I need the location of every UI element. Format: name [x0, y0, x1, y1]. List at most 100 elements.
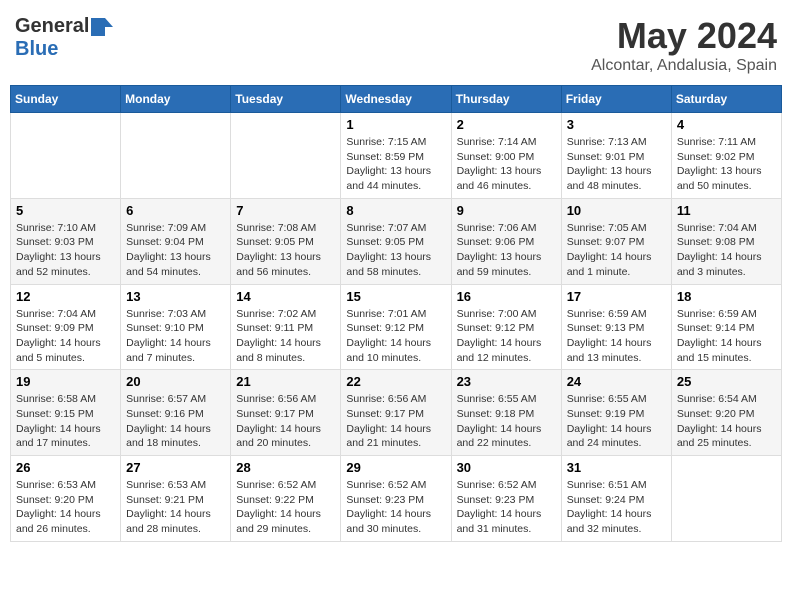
- day-number: 20: [126, 374, 225, 389]
- day-number: 11: [677, 203, 776, 218]
- day-number: 24: [567, 374, 666, 389]
- cell-content: Sunrise: 6:58 AMSunset: 9:15 PMDaylight:…: [16, 392, 115, 451]
- cell-content: Sunrise: 7:04 AMSunset: 9:08 PMDaylight:…: [677, 221, 776, 280]
- header-tuesday: Tuesday: [231, 86, 341, 113]
- day-number: 14: [236, 289, 335, 304]
- calendar-cell: 22 Sunrise: 6:56 AMSunset: 9:17 PMDayligh…: [341, 370, 451, 456]
- calendar-cell: 18 Sunrise: 6:59 AMSunset: 9:14 PMDayligh…: [671, 284, 781, 370]
- month-title: May 2024: [591, 15, 777, 57]
- day-number: 2: [457, 117, 556, 132]
- calendar-table: SundayMondayTuesdayWednesdayThursdayFrid…: [10, 85, 782, 542]
- calendar-cell: 30 Sunrise: 6:52 AMSunset: 9:23 PMDayligh…: [451, 456, 561, 542]
- calendar-header-row: SundayMondayTuesdayWednesdayThursdayFrid…: [11, 86, 782, 113]
- day-number: 3: [567, 117, 666, 132]
- cell-content: Sunrise: 7:06 AMSunset: 9:06 PMDaylight:…: [457, 221, 556, 280]
- day-number: 6: [126, 203, 225, 218]
- cell-content: Sunrise: 7:07 AMSunset: 9:05 PMDaylight:…: [346, 221, 445, 280]
- cell-content: Sunrise: 6:55 AMSunset: 9:19 PMDaylight:…: [567, 392, 666, 451]
- calendar-cell: 26Sunrise: 6:53 AMSunset: 9:20 PMDayligh…: [11, 456, 121, 542]
- calendar-cell: 7 Sunrise: 7:08 AMSunset: 9:05 PMDaylight…: [231, 198, 341, 284]
- calendar-week-4: 19 Sunrise: 6:58 AMSunset: 9:15 PMDayligh…: [11, 370, 782, 456]
- calendar-cell: 25 Sunrise: 6:54 AMSunset: 9:20 PMDayligh…: [671, 370, 781, 456]
- day-number: 9: [457, 203, 556, 218]
- calendar-cell: 17 Sunrise: 6:59 AMSunset: 9:13 PMDayligh…: [561, 284, 671, 370]
- cell-content: Sunrise: 6:52 AMSunset: 9:23 PMDaylight:…: [346, 478, 445, 537]
- calendar-cell: 12Sunrise: 7:04 AMSunset: 9:09 PMDayligh…: [11, 284, 121, 370]
- location-title: Alcontar, Andalusia, Spain: [591, 57, 777, 75]
- cell-content: Sunrise: 6:51 AMSunset: 9:24 PMDaylight:…: [567, 478, 666, 537]
- cell-content: Sunrise: 7:00 AMSunset: 9:12 PMDaylight:…: [457, 307, 556, 366]
- cell-content: Sunrise: 6:59 AMSunset: 9:14 PMDaylight:…: [677, 307, 776, 366]
- calendar-cell: 8Sunrise: 7:07 AMSunset: 9:05 PMDaylight…: [341, 198, 451, 284]
- calendar-week-1: 1Sunrise: 7:15 AMSunset: 8:59 PMDaylight…: [11, 113, 782, 199]
- day-number: 5: [16, 203, 115, 218]
- calendar-week-2: 5 Sunrise: 7:10 AMSunset: 9:03 PMDaylight…: [11, 198, 782, 284]
- calendar-cell: 31 Sunrise: 6:51 AMSunset: 9:24 PMDayligh…: [561, 456, 671, 542]
- header-thursday: Thursday: [451, 86, 561, 113]
- calendar-cell: 14 Sunrise: 7:02 AMSunset: 9:11 PMDayligh…: [231, 284, 341, 370]
- calendar-cell: 2Sunrise: 7:14 AMSunset: 9:00 PMDaylight…: [451, 113, 561, 199]
- cell-content: Sunrise: 7:01 AMSunset: 9:12 PMDaylight:…: [346, 307, 445, 366]
- cell-content: Sunrise: 6:56 AMSunset: 9:17 PMDaylight:…: [236, 392, 335, 451]
- cell-content: Sunrise: 6:52 AMSunset: 9:22 PMDaylight:…: [236, 478, 335, 537]
- day-number: 31: [567, 460, 666, 475]
- calendar-cell: 1Sunrise: 7:15 AMSunset: 8:59 PMDaylight…: [341, 113, 451, 199]
- day-number: 27: [126, 460, 225, 475]
- header-sunday: Sunday: [11, 86, 121, 113]
- cell-content: Sunrise: 7:09 AMSunset: 9:04 PMDaylight:…: [126, 221, 225, 280]
- calendar-cell: 15 Sunrise: 7:01 AMSunset: 9:12 PMDayligh…: [341, 284, 451, 370]
- day-number: 15: [346, 289, 445, 304]
- calendar-cell: 23 Sunrise: 6:55 AMSunset: 9:18 PMDayligh…: [451, 370, 561, 456]
- day-number: 23: [457, 374, 556, 389]
- calendar-cell: 20 Sunrise: 6:57 AMSunset: 9:16 PMDayligh…: [121, 370, 231, 456]
- cell-content: Sunrise: 7:02 AMSunset: 9:11 PMDaylight:…: [236, 307, 335, 366]
- cell-content: Sunrise: 6:57 AMSunset: 9:16 PMDaylight:…: [126, 392, 225, 451]
- page-header: General Blue May 2024 Alcontar, Andalusi…: [10, 10, 782, 75]
- logo-icon: [91, 18, 113, 36]
- day-number: 7: [236, 203, 335, 218]
- cell-content: Sunrise: 6:53 AMSunset: 9:20 PMDaylight:…: [16, 478, 115, 537]
- calendar-cell: 4 Sunrise: 7:11 AMSunset: 9:02 PMDaylight…: [671, 113, 781, 199]
- calendar-cell: 29Sunrise: 6:52 AMSunset: 9:23 PMDayligh…: [341, 456, 451, 542]
- cell-content: Sunrise: 7:08 AMSunset: 9:05 PMDaylight:…: [236, 221, 335, 280]
- calendar-cell: 6 Sunrise: 7:09 AMSunset: 9:04 PMDaylight…: [121, 198, 231, 284]
- day-number: 4: [677, 117, 776, 132]
- calendar-cell: 16 Sunrise: 7:00 AMSunset: 9:12 PMDayligh…: [451, 284, 561, 370]
- calendar-cell: 11 Sunrise: 7:04 AMSunset: 9:08 PMDayligh…: [671, 198, 781, 284]
- cell-content: Sunrise: 6:59 AMSunset: 9:13 PMDaylight:…: [567, 307, 666, 366]
- title-block: May 2024 Alcontar, Andalusia, Spain: [591, 15, 777, 75]
- calendar-cell: 10 Sunrise: 7:05 AMSunset: 9:07 PMDayligh…: [561, 198, 671, 284]
- cell-content: Sunrise: 7:04 AMSunset: 9:09 PMDaylight:…: [16, 307, 115, 366]
- calendar-cell: [11, 113, 121, 199]
- cell-content: Sunrise: 6:56 AMSunset: 9:17 PMDaylight:…: [346, 392, 445, 451]
- day-number: 1: [346, 117, 445, 132]
- day-number: 28: [236, 460, 335, 475]
- header-monday: Monday: [121, 86, 231, 113]
- day-number: 13: [126, 289, 225, 304]
- cell-content: Sunrise: 6:54 AMSunset: 9:20 PMDaylight:…: [677, 392, 776, 451]
- cell-content: Sunrise: 6:52 AMSunset: 9:23 PMDaylight:…: [457, 478, 556, 537]
- cell-content: Sunrise: 6:55 AMSunset: 9:18 PMDaylight:…: [457, 392, 556, 451]
- cell-content: Sunrise: 7:10 AMSunset: 9:03 PMDaylight:…: [16, 221, 115, 280]
- calendar-week-5: 26Sunrise: 6:53 AMSunset: 9:20 PMDayligh…: [11, 456, 782, 542]
- calendar-cell: 24 Sunrise: 6:55 AMSunset: 9:19 PMDayligh…: [561, 370, 671, 456]
- calendar-cell: 3Sunrise: 7:13 AMSunset: 9:01 PMDaylight…: [561, 113, 671, 199]
- day-number: 18: [677, 289, 776, 304]
- day-number: 25: [677, 374, 776, 389]
- day-number: 19: [16, 374, 115, 389]
- day-number: 17: [567, 289, 666, 304]
- cell-content: Sunrise: 7:03 AMSunset: 9:10 PMDaylight:…: [126, 307, 225, 366]
- day-number: 30: [457, 460, 556, 475]
- logo: General Blue: [15, 15, 113, 61]
- day-number: 16: [457, 289, 556, 304]
- day-number: 22: [346, 374, 445, 389]
- calendar-cell: [231, 113, 341, 199]
- logo-blue-text: Blue: [15, 38, 58, 60]
- calendar-week-3: 12Sunrise: 7:04 AMSunset: 9:09 PMDayligh…: [11, 284, 782, 370]
- cell-content: Sunrise: 7:11 AMSunset: 9:02 PMDaylight:…: [677, 135, 776, 194]
- cell-content: Sunrise: 6:53 AMSunset: 9:21 PMDaylight:…: [126, 478, 225, 537]
- calendar-cell: 9 Sunrise: 7:06 AMSunset: 9:06 PMDaylight…: [451, 198, 561, 284]
- day-number: 10: [567, 203, 666, 218]
- cell-content: Sunrise: 7:05 AMSunset: 9:07 PMDaylight:…: [567, 221, 666, 280]
- calendar-cell: 19 Sunrise: 6:58 AMSunset: 9:15 PMDayligh…: [11, 370, 121, 456]
